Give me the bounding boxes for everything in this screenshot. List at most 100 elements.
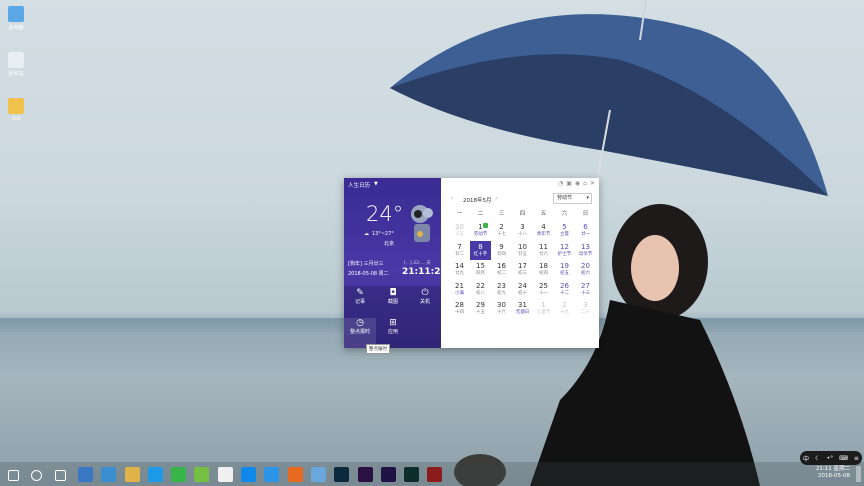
calendar-day[interactable]: 7 廿二 — [449, 241, 470, 261]
day-number: 11 — [539, 242, 548, 251]
desktop-icon[interactable]: ssd — [0, 98, 36, 122]
lunar-label: 儿童节 — [536, 310, 551, 315]
after-effects-icon[interactable] — [380, 467, 396, 482]
wechat-icon[interactable] — [171, 467, 187, 482]
zhihu-icon[interactable] — [241, 467, 256, 482]
calendar-day[interactable]: 21 小满 — [449, 280, 470, 300]
star-app-icon[interactable] — [147, 467, 163, 482]
holiday-select-value: 劳动节 — [557, 195, 573, 201]
ime-tray[interactable]: 中 ☾ •° ⌨ ≡ — [800, 451, 862, 465]
calendar-day[interactable]: 19 初五 — [554, 260, 575, 280]
start-icon[interactable] — [8, 470, 19, 481]
widget-title[interactable]: 人生日历 — [348, 181, 370, 189]
red-app-icon[interactable] — [427, 467, 443, 482]
browser-icon[interactable] — [77, 467, 93, 482]
calendar-day[interactable]: 30 十五 — [449, 221, 470, 241]
screenshot-button[interactable]: ◘ 截图 — [377, 288, 409, 318]
day-number: 2 — [499, 223, 504, 231]
calendar-day[interactable]: 2 十七 — [491, 221, 512, 241]
calendar-day[interactable]: 20 初六 — [575, 260, 596, 280]
close-icon[interactable]: ✕ — [590, 180, 595, 187]
day-number: 30 — [455, 223, 464, 231]
task-view-icon[interactable] — [54, 470, 66, 481]
calendar-day[interactable]: 1 儿童节 — [533, 299, 554, 319]
day-number: 24 — [518, 281, 527, 290]
day-number: 8 — [478, 242, 483, 251]
calendar-day[interactable]: 17 初三 — [512, 260, 533, 280]
notes-icon[interactable] — [310, 467, 326, 482]
lunar-label: 十九 — [560, 310, 569, 315]
calendar-day[interactable]: 4 青年节 — [533, 221, 554, 241]
mail-icon[interactable] — [101, 467, 117, 482]
calendar-day[interactable]: 23 初九 — [491, 280, 512, 300]
note-button[interactable]: ✎ 记事 — [344, 288, 376, 318]
desktop-icon[interactable]: 回收站 — [0, 52, 36, 77]
calendar-day[interactable]: 5 立夏 — [554, 221, 575, 241]
qq-browser-icon[interactable] — [264, 467, 280, 482]
prev-month-icon[interactable]: ‹ — [451, 195, 453, 202]
photoshop-icon[interactable] — [334, 467, 350, 482]
calendar-day-today[interactable]: 8 红十字 — [470, 240, 491, 260]
calendar-day[interactable]: 27 十三 — [575, 280, 596, 300]
calendar-day[interactable]: 3 十八 — [512, 221, 533, 241]
calendar-day[interactable]: 22 初八 — [470, 280, 491, 300]
desktop-icon[interactable]: 此电脑 — [0, 6, 36, 31]
calendar-day[interactable]: 2 十九 — [554, 299, 575, 319]
calendar-day[interactable]: 3 二十 — [575, 299, 596, 319]
calendar-day[interactable]: 13 母亲节 — [575, 241, 596, 261]
calendar-day[interactable]: 31 无烟日 — [512, 299, 533, 319]
calendar-week-row: 7 廿二 8 红十字 9 廿四 10 廿五 11 廿六 12 护士节 13 母亲节 — [449, 240, 597, 261]
day-number: 28 — [455, 301, 464, 309]
minimize-icon[interactable]: ◔ — [558, 180, 563, 187]
lunar-label: 二十 — [581, 310, 590, 315]
workday-badge — [483, 223, 488, 228]
lunar-label: 廿六 — [539, 251, 548, 257]
show-desktop-button[interactable] — [856, 466, 861, 482]
chevron-down-icon: ▾ — [586, 195, 589, 201]
day-number: 3 — [583, 301, 588, 309]
desktop-icon-label: ssd — [11, 116, 21, 122]
month-label[interactable]: 2018年5月 — [463, 196, 492, 204]
weekday-label: 三 — [498, 211, 505, 217]
file-explorer-icon[interactable] — [124, 467, 140, 482]
day-number: 13 — [581, 242, 590, 251]
shirt-icon[interactable]: ⌂ — [583, 180, 587, 187]
system-clock[interactable]: 21:11 星期二 2018-05-08 — [816, 466, 850, 480]
audition-icon[interactable] — [404, 467, 420, 482]
calendar-day[interactable]: 10 廿五 — [512, 241, 533, 261]
holiday-select[interactable]: 劳动节 ▾ — [553, 193, 592, 204]
firefox-icon[interactable] — [287, 467, 303, 482]
calendar-day[interactable]: 16 初二 — [491, 260, 512, 280]
calendar-day[interactable]: 15 四月 — [470, 260, 491, 280]
note-icon: ✎ — [356, 288, 364, 298]
lunar-label: 四月 — [476, 271, 485, 276]
weekday-label: 五 — [540, 211, 547, 217]
calendar-day[interactable]: 30 十六 — [491, 299, 512, 319]
calendar-day[interactable]: 29 十五 — [470, 299, 491, 319]
menu-arrow-icon[interactable]: ▼ — [374, 181, 378, 187]
lunar-label: 初五 — [560, 271, 569, 276]
calendar-day[interactable]: 11 廿六 — [533, 241, 554, 261]
day-number: 22 — [476, 281, 485, 290]
word-app-icon[interactable] — [217, 467, 233, 482]
calendar-day[interactable]: 24 初十 — [512, 280, 533, 300]
calendar-day[interactable]: 18 初四 — [533, 260, 554, 280]
shutdown-button[interactable]: ⏻ 关机 — [409, 288, 441, 318]
calendar-day[interactable]: 12 护士节 — [554, 241, 575, 261]
camera-icon: ◘ — [389, 288, 397, 298]
calendar-day[interactable]: 14 廿九 — [449, 260, 470, 280]
skin-icon[interactable]: ◉ — [575, 180, 580, 187]
calendar-day[interactable]: 6 廿一 — [575, 221, 596, 241]
lunar-label: 十五 — [455, 232, 464, 237]
calendar-day[interactable]: 28 十四 — [449, 299, 470, 319]
calendar-day[interactable]: 26 十二 — [554, 280, 575, 300]
copy-icon[interactable]: ▣ — [566, 180, 572, 187]
day-number: 29 — [476, 301, 485, 309]
calendar-day[interactable]: 25 十一 — [533, 280, 554, 300]
leaf-app-icon[interactable] — [194, 467, 210, 482]
next-month-icon[interactable]: › — [495, 195, 497, 202]
calendar-day[interactable]: 9 廿四 — [491, 241, 512, 261]
note-label: 记事 — [354, 299, 365, 305]
day-number: 16 — [497, 262, 506, 270]
premiere-icon[interactable] — [357, 467, 373, 482]
